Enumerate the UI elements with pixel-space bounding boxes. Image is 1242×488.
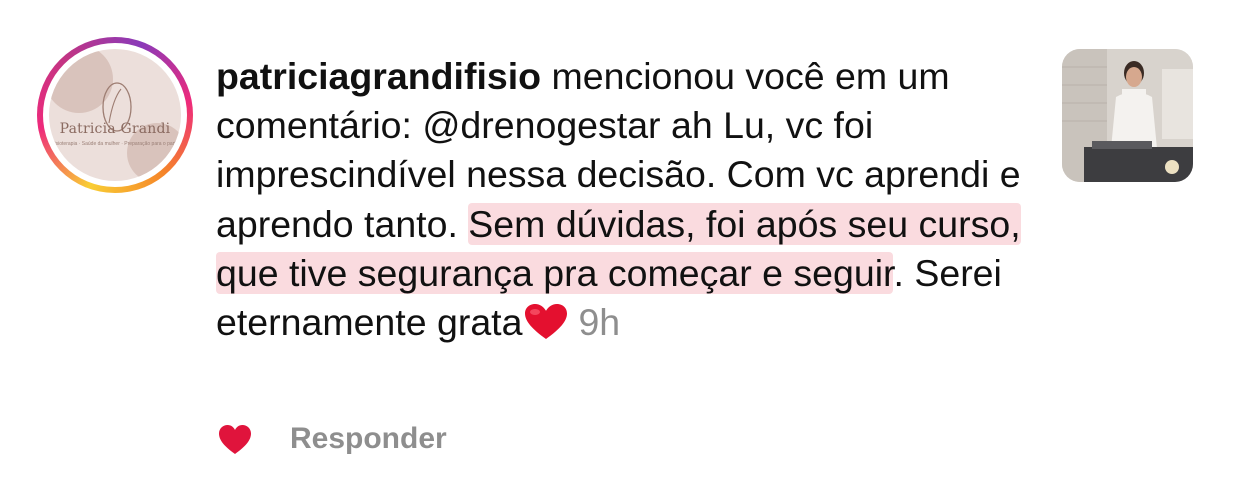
- timestamp: 9h: [578, 301, 621, 344]
- post-thumbnail[interactable]: [1062, 49, 1193, 182]
- avatar-brand-name: Patricia Grandi: [59, 121, 171, 137]
- heart-icon[interactable]: [218, 424, 252, 456]
- mention-notification[interactable]: Patricia Grandi Fisioterapia · Saúde da …: [0, 0, 1242, 488]
- username-link[interactable]: patriciagrandifisio: [216, 55, 541, 97]
- avatar[interactable]: Patricia Grandi Fisioterapia · Saúde da …: [49, 49, 181, 181]
- red-heart-emoji-icon: [525, 304, 568, 340]
- reply-button[interactable]: Responder: [290, 422, 447, 456]
- highlighted-text: que tive segurança pra começar e seguir: [216, 251, 894, 294]
- avatar-logo: [49, 49, 181, 181]
- avatar-tagline: Fisioterapia · Saúde da mulher · Prepara…: [51, 141, 179, 147]
- story-ring[interactable]: Patricia Grandi Fisioterapia · Saúde da …: [37, 37, 193, 193]
- highlighted-text: Sem dúvidas, foi após seu curso,: [468, 202, 1021, 245]
- post-photo: [1062, 49, 1193, 182]
- notification-text: patriciagrandifisio mencionou você em um…: [216, 52, 1046, 347]
